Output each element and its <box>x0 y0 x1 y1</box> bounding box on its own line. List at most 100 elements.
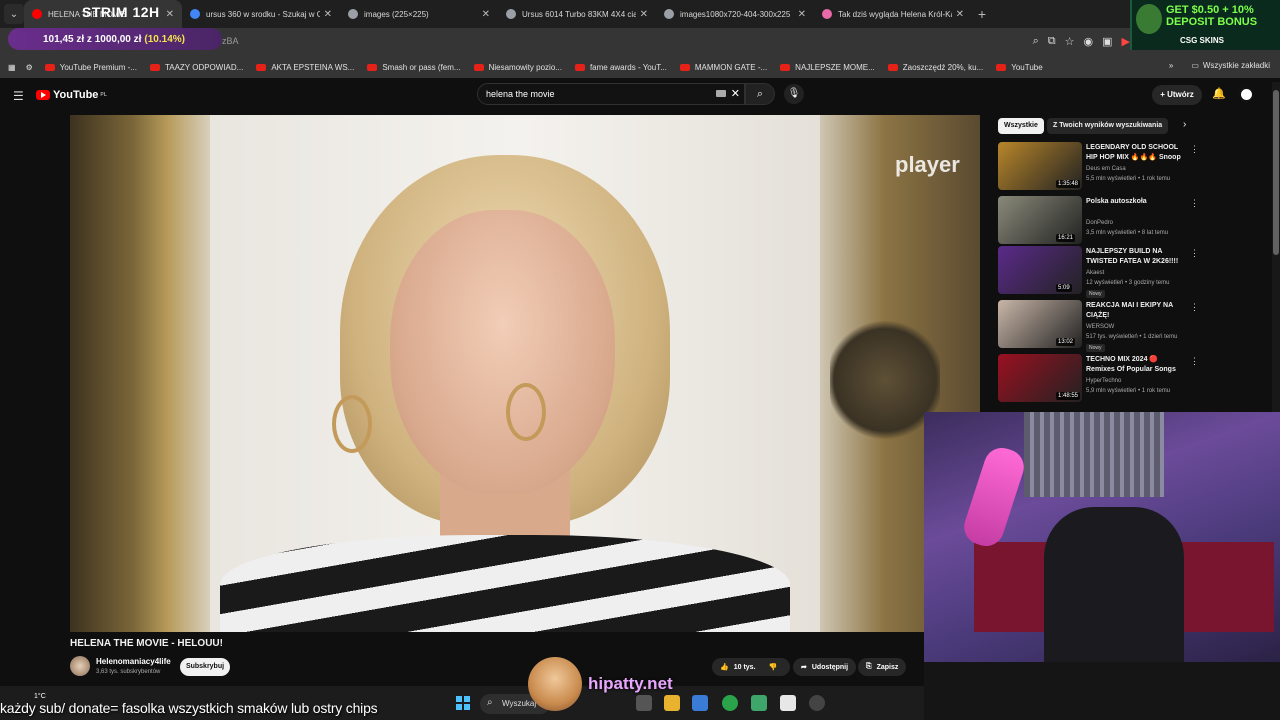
browser-tab[interactable]: images (225×225) ✕ <box>340 0 498 28</box>
apps-grid-icon[interactable]: ▦ <box>8 63 16 72</box>
donation-ticker: każdy sub/ donate= fasolka wszystkich sm… <box>0 700 378 716</box>
video-thumbnail[interactable]: 13:02 <box>998 300 1082 348</box>
video-title[interactable]: LEGENDARY OLD SCHOOL HIP HOP MIX 🔥🔥🔥 Sno… <box>1086 143 1186 163</box>
bookmark-item[interactable]: AKTA EPSTEINA WS... <box>256 63 354 72</box>
dislike-icon[interactable]: 👎 <box>769 663 778 671</box>
menu-icon[interactable]: ☰ <box>13 89 24 103</box>
video-thumbnail[interactable]: 1:48:55 <box>998 354 1082 402</box>
browser-tab[interactable]: ursus 360 w srodku - Szukaj w Google ✕ <box>182 0 340 28</box>
subscribe-button[interactable]: Subskrybuj <box>180 658 230 676</box>
video-title[interactable]: Polska autoszkoła <box>1086 197 1186 207</box>
close-tab-icon[interactable]: ✕ <box>166 9 174 20</box>
share-button[interactable]: ➦ Udostępnij <box>793 658 857 676</box>
bookmark-item[interactable]: YouTube Premium -... <box>44 63 137 72</box>
video-channel[interactable]: DonPedro <box>1086 220 1113 226</box>
browser-tab[interactable]: Ursus 6014 Turbo 83KM 4X4 ciągnik ✕ <box>498 0 656 28</box>
video-channel[interactable]: WERSOW <box>1086 324 1114 330</box>
notifications-bell-icon[interactable]: 🔔 <box>1212 87 1226 100</box>
keyboard-icon[interactable] <box>716 90 726 97</box>
tab-search-button[interactable]: ⌄ <box>4 4 24 24</box>
video-thumbnail[interactable]: 1:35:48 <box>998 142 1082 190</box>
chevron-right-icon[interactable]: › <box>1183 119 1186 130</box>
extension-icon[interactable]: ◉ <box>1084 35 1094 48</box>
tab-favicon-icon <box>506 9 516 19</box>
search-button[interactable]: ⌕ <box>745 83 775 105</box>
store-icon[interactable] <box>692 695 708 711</box>
bookmark-item[interactable]: MAMMON GATE -... <box>679 63 767 72</box>
youtube-favicon-icon <box>887 63 898 71</box>
recommended-video[interactable]: 16:21 Polska autoszkoła DonPedro 3,5 mln wy… <box>998 196 1199 246</box>
zoom-icon[interactable]: ⌕ <box>1033 35 1039 48</box>
recommended-video[interactable]: 1:35:48 LEGENDARY OLD SCHOOL HIP HOP MIX … <box>998 142 1199 192</box>
subject-face <box>390 210 615 495</box>
video-channel[interactable]: Deus em Casa <box>1086 166 1126 172</box>
search-input[interactable]: helena the movie ✕ <box>477 83 745 105</box>
save-button[interactable]: ⎘ Zapisz <box>858 658 907 676</box>
all-bookmarks-link[interactable]: Wszystkie zakładki <box>1203 61 1270 70</box>
video-channel[interactable]: HyperTechno <box>1086 378 1121 384</box>
bookmarks-overflow-icon[interactable]: » <box>1169 61 1173 70</box>
browser-tab[interactable]: images1080x720-404-300x225 ✕ <box>656 0 814 28</box>
more-actions-icon[interactable]: ⋮ <box>1190 248 1199 259</box>
bookmark-item[interactable]: Zaoszczędź 20%, ku... <box>887 63 983 72</box>
create-button[interactable]: + Utwórz <box>1152 85 1202 105</box>
bookmark-star-icon[interactable]: ☆ <box>1065 35 1075 48</box>
play-icon <box>36 90 50 100</box>
recommended-video[interactable]: 13:02 REAKCJA MAI I EKIPY NA CIĄŻĘ! WERSOW… <box>998 300 1199 352</box>
recommended-video[interactable]: 5:09 NAJLEPSZY BUILD NA TWISTED FATEA W 2… <box>998 246 1199 298</box>
channel-avatar[interactable] <box>70 656 90 676</box>
close-tab-icon[interactable]: ✕ <box>798 9 806 20</box>
close-tab-icon[interactable]: ✕ <box>640 9 648 20</box>
windows-start-icon[interactable] <box>456 696 470 710</box>
browser-tab[interactable]: Tak dziś wygląda Helena Król-Kaczmarczyk… <box>814 0 972 28</box>
youtube-logo[interactable]: YouTube PL <box>36 89 107 101</box>
close-tab-icon[interactable]: ✕ <box>956 9 964 20</box>
chrome-icon[interactable] <box>722 695 738 711</box>
install-icon[interactable]: ⧉ <box>1048 35 1056 48</box>
account-avatar[interactable] <box>1238 86 1255 103</box>
recommended-video[interactable]: 1:48:55 TECHNO MIX 2024 🔴 Remixes Of Popu… <box>998 354 1199 404</box>
new-tab-button[interactable]: + <box>972 6 992 22</box>
extension-icon[interactable]: ▣ <box>1102 35 1112 48</box>
close-tab-icon[interactable]: ✕ <box>482 9 490 20</box>
like-count[interactable]: 10 tys. <box>734 664 756 671</box>
search-query: helena the movie <box>486 89 555 99</box>
bookmark-item[interactable]: NAJLEPSZE MOME... <box>780 63 875 72</box>
video-title[interactable]: TECHNO MIX 2024 🔴 Remixes Of Popular Son… <box>1086 355 1186 375</box>
bookmark-item[interactable]: Niesamowity pozio... <box>473 63 562 72</box>
strim-overlay-label: STRIM 12H <box>82 4 160 20</box>
search-icon: ⌕ <box>487 697 493 708</box>
donation-percent: (10.14%) <box>144 33 185 45</box>
bookmark-item[interactable]: YouTube <box>996 63 1043 72</box>
page-scrollbar-thumb[interactable] <box>1273 90 1279 255</box>
extension-icon[interactable]: ▶ <box>1122 35 1130 48</box>
app-icon[interactable] <box>809 695 825 711</box>
youtube-favicon-icon <box>679 63 690 71</box>
video-title[interactable]: NAJLEPSZY BUILD NA TWISTED FATEA W 2K26!… <box>1086 247 1186 267</box>
like-icon[interactable]: 👍 <box>720 663 729 671</box>
video-title[interactable]: REAKCJA MAI I EKIPY NA CIĄŻĘ! <box>1086 301 1186 321</box>
bookmark-item[interactable]: TAAZY ODPOWIAD... <box>149 63 243 72</box>
more-actions-icon[interactable]: ⋮ <box>1190 302 1199 313</box>
more-actions-icon[interactable]: ⋮ <box>1190 198 1199 209</box>
bookmark-item[interactable]: Smash or pass (fem... <box>367 63 461 72</box>
more-actions-icon[interactable]: ⋮ <box>1190 144 1199 155</box>
close-tab-icon[interactable]: ✕ <box>324 9 332 20</box>
notepad-icon[interactable] <box>751 695 767 711</box>
document-icon[interactable] <box>780 695 796 711</box>
clear-search-icon[interactable]: ✕ <box>731 87 740 100</box>
bookmark-label: NAJLEPSZE MOME... <box>795 62 875 72</box>
video-thumbnail[interactable]: 16:21 <box>998 196 1082 244</box>
filter-chip-all[interactable]: Wszystkie <box>998 118 1044 134</box>
weather-widget[interactable]: 1°C <box>34 693 46 700</box>
video-thumbnail[interactable]: 5:09 <box>998 246 1082 294</box>
video-player[interactable]: player <box>70 115 980 632</box>
channel-name[interactable]: Helenomaniacy4life <box>96 657 171 666</box>
more-actions-icon[interactable]: ⋮ <box>1190 356 1199 367</box>
filter-chip-search-results[interactable]: Z Twoich wyników wyszukiwania <box>1047 118 1169 134</box>
video-title: HELENA THE MOVIE - HELOUU! <box>70 638 223 649</box>
bookmark-item[interactable]: fame awards - YouT... <box>574 63 667 72</box>
video-channel[interactable]: Akaest <box>1086 270 1104 276</box>
voice-search-button[interactable]: 🎙 <box>784 84 804 104</box>
settings-icon[interactable]: ⚙ <box>26 63 33 72</box>
